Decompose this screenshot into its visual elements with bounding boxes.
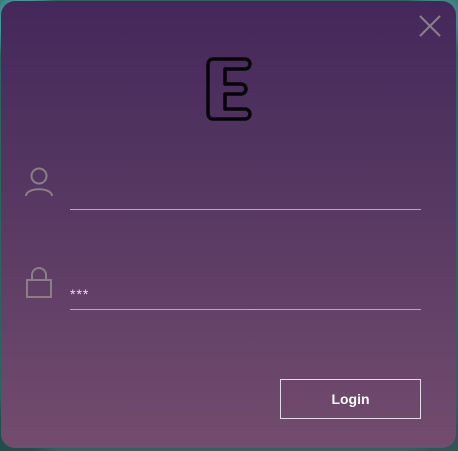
username-input[interactable] [70,180,421,210]
close-button[interactable] [417,13,443,39]
user-icon [23,165,55,199]
letter-e-logo-icon [206,57,252,121]
login-dialog: Login [1,1,456,448]
lock-icon [23,265,55,299]
close-icon [419,15,441,37]
login-button[interactable]: Login [280,379,421,419]
password-input[interactable] [70,280,421,310]
